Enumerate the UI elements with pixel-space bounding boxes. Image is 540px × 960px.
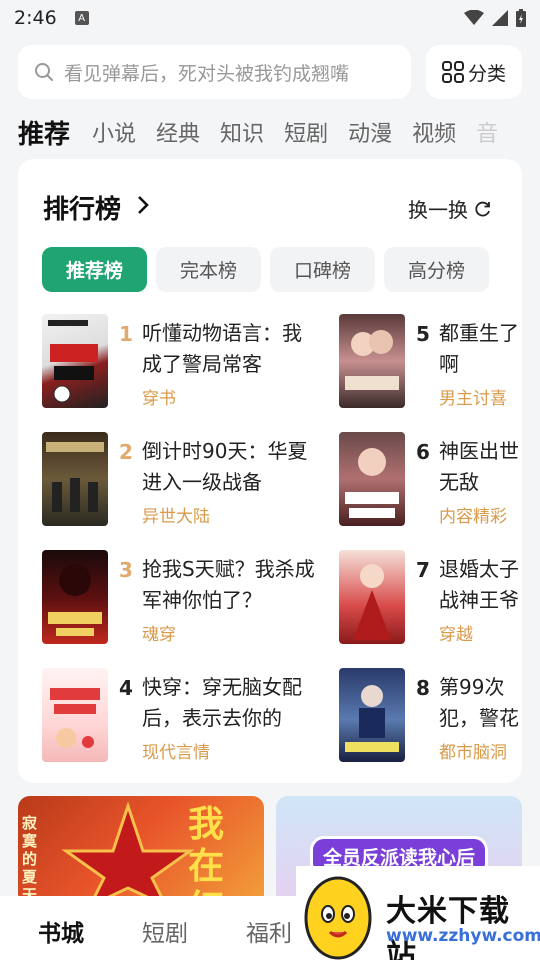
book-title: 都重生了啊 bbox=[439, 321, 519, 376]
book-title: 神医出世无敌 bbox=[439, 439, 519, 494]
tab-novel[interactable]: 小说 bbox=[92, 116, 136, 148]
category-label: 分类 bbox=[467, 62, 506, 85]
book-title: 快穿：穿无脑女配后，表示去你的 bbox=[142, 675, 302, 730]
watermark-url: www.zzhyw.com bbox=[386, 926, 540, 946]
tab-recommend[interactable]: 推荐 bbox=[18, 114, 70, 151]
ranking-card: 排行榜 换一换 推荐榜 完本榜 口碑榜 高分榜 1 听懂动物语言：我成了警局常客… bbox=[18, 159, 522, 783]
rank-number: 6 bbox=[416, 440, 430, 464]
search-input[interactable]: 看见弹幕后，死对头被我钓成翘嘴 bbox=[18, 45, 411, 99]
book-item[interactable]: 7 退婚太子战神王爷 穿越 bbox=[339, 550, 522, 646]
book-title: 第99次犯，警花 bbox=[439, 675, 519, 730]
pill-reputation[interactable]: 口碑榜 bbox=[270, 247, 375, 292]
book-item[interactable]: 6 神医出世无敌 内容精彩 bbox=[339, 432, 522, 528]
book-cover bbox=[339, 432, 405, 526]
book-item[interactable]: 8 第99次犯，警花 都市脑洞 bbox=[339, 668, 522, 764]
book-item[interactable]: 4 快穿：穿无脑女配后，表示去你的 现代言情 bbox=[42, 668, 342, 764]
book-tag: 异世大陆 bbox=[142, 507, 210, 527]
book-cover bbox=[42, 668, 108, 762]
pill-completed[interactable]: 完本榜 bbox=[156, 247, 261, 292]
book-cover bbox=[42, 550, 108, 644]
watermark-title: 大米下载站 bbox=[386, 894, 510, 960]
rank-number: 2 bbox=[119, 440, 133, 464]
rank-number: 8 bbox=[416, 676, 430, 700]
tab-knowledge[interactable]: 知识 bbox=[220, 116, 264, 148]
rank-number: 5 bbox=[416, 322, 430, 346]
book-tag: 魂穿 bbox=[142, 625, 176, 645]
banner-left[interactable]: 寂寞的夏天 我在红 bbox=[18, 796, 264, 906]
nav-bookstore[interactable]: 书城 bbox=[38, 914, 84, 948]
book-item[interactable]: 2 倒计时90天：华夏进入一级战备 异世大陆 bbox=[42, 432, 342, 528]
book-tag: 内容精彩 bbox=[439, 507, 507, 527]
status-icons bbox=[464, 9, 526, 27]
book-title: 抢我S天赋？我杀成军神你怕了？ bbox=[142, 557, 315, 612]
book-tag: 男主讨喜 bbox=[439, 389, 507, 409]
status-time: 2:46 bbox=[14, 7, 57, 29]
rank-number: 4 bbox=[119, 676, 133, 700]
egg-mascot-icon bbox=[304, 876, 372, 960]
book-item[interactable]: 5 都重生了啊 男主讨喜 bbox=[339, 314, 522, 410]
search-icon bbox=[35, 63, 53, 81]
tab-audio[interactable]: 音 bbox=[476, 116, 498, 148]
book-cover bbox=[42, 432, 108, 526]
book-title: 退婚太子战神王爷 bbox=[439, 557, 519, 612]
nav-welfare[interactable]: 福利 bbox=[246, 914, 292, 948]
notification-icon: A bbox=[74, 11, 89, 25]
rank-number: 3 bbox=[119, 558, 133, 582]
book-tag: 都市脑洞 bbox=[439, 743, 507, 763]
ranking-title[interactable]: 排行榜 bbox=[43, 189, 121, 226]
book-tag: 现代言情 bbox=[142, 743, 210, 763]
book-item[interactable]: 3 抢我S天赋？我杀成军神你怕了？ 魂穿 bbox=[42, 550, 342, 646]
chevron-right-icon[interactable] bbox=[136, 195, 150, 215]
tab-video[interactable]: 视频 bbox=[412, 116, 456, 148]
battery-icon bbox=[516, 9, 526, 27]
signal-icon bbox=[492, 10, 508, 26]
grid-icon bbox=[441, 61, 464, 83]
refresh-label: 换一换 bbox=[408, 198, 468, 222]
book-title: 听懂动物语言：我成了警局常客 bbox=[142, 321, 302, 376]
status-bar: 2:46 A bbox=[0, 0, 540, 36]
watermark: 大米下载站 www.zzhyw.com bbox=[296, 866, 540, 960]
pill-high-score[interactable]: 高分榜 bbox=[384, 247, 489, 292]
book-cover bbox=[339, 314, 405, 408]
book-tag: 穿越 bbox=[439, 625, 473, 645]
banner-side-text: 寂寞的夏天 bbox=[22, 814, 38, 904]
book-cover bbox=[42, 314, 108, 408]
rank-number: 1 bbox=[119, 322, 133, 346]
search-placeholder: 看见弹幕后，死对头被我钓成翘嘴 bbox=[64, 62, 350, 85]
tab-anime[interactable]: 动漫 bbox=[348, 116, 392, 148]
book-cover bbox=[339, 550, 405, 644]
tab-classic[interactable]: 经典 bbox=[156, 116, 200, 148]
category-button[interactable]: 分类 bbox=[426, 45, 522, 99]
refresh-icon bbox=[475, 201, 490, 216]
refresh-button[interactable]: 换一换 bbox=[408, 194, 492, 223]
banner-left-text: 我在红 bbox=[188, 804, 225, 906]
book-cover bbox=[339, 668, 405, 762]
pill-recommend[interactable]: 推荐榜 bbox=[42, 247, 147, 292]
book-title: 倒计时90天：华夏进入一级战备 bbox=[142, 439, 308, 494]
top-tabs: 推荐 小说 经典 知识 短剧 动漫 视频 音 bbox=[18, 110, 528, 154]
nav-short-drama[interactable]: 短剧 bbox=[142, 914, 188, 948]
rank-number: 7 bbox=[416, 558, 430, 582]
tab-short-drama[interactable]: 短剧 bbox=[284, 116, 328, 148]
book-tag: 穿书 bbox=[142, 389, 176, 409]
wifi-icon bbox=[464, 10, 484, 25]
book-item[interactable]: 1 听懂动物语言：我成了警局常客 穿书 bbox=[42, 314, 342, 410]
